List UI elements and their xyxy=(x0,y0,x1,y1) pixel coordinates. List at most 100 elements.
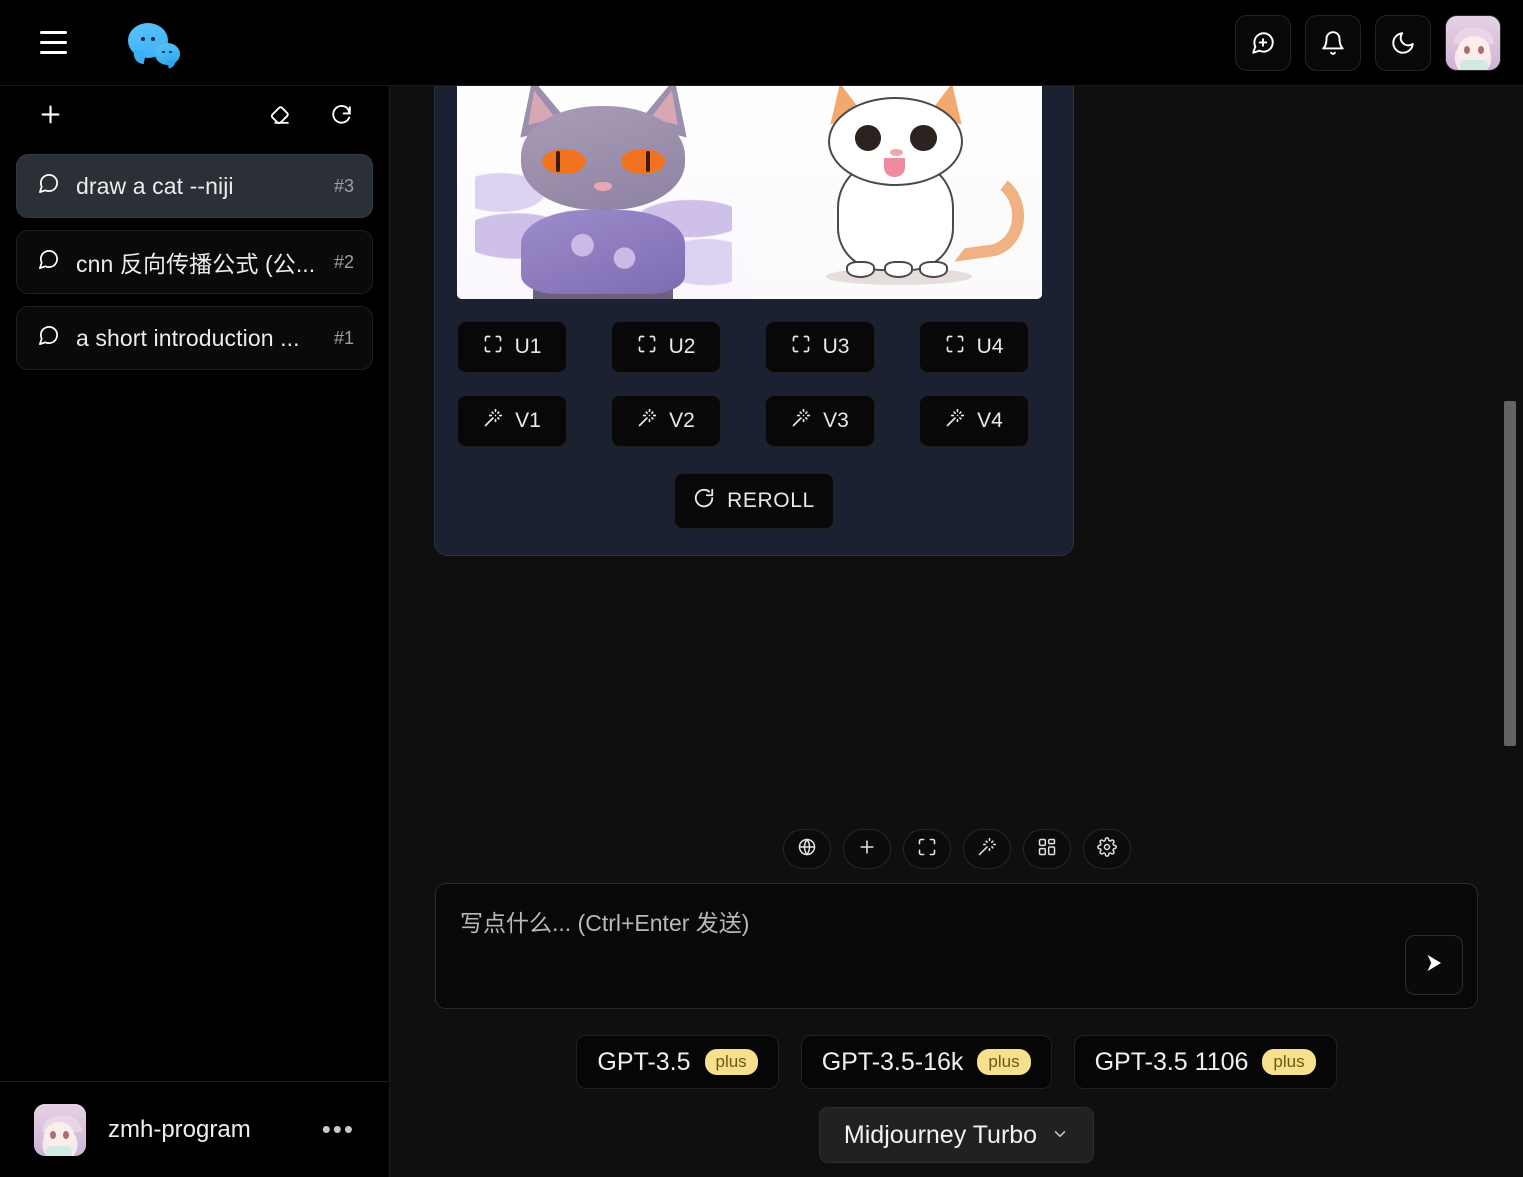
reroll-button-label: REROLL xyxy=(727,489,815,512)
user-avatar[interactable] xyxy=(34,1103,86,1156)
midjourney-cat-grid[interactable] xyxy=(457,86,1042,299)
grid-cell-4[interactable] xyxy=(749,86,1042,299)
variation-button-label: V2 xyxy=(669,409,695,432)
gear-icon xyxy=(1096,836,1117,862)
chevron-down-icon xyxy=(1051,1121,1069,1150)
composer-toolbar xyxy=(390,819,1523,883)
refresh-icon xyxy=(693,487,715,515)
conversation-list: draw a cat --niji #3 cnn 反向传播公式 (公... #2 xyxy=(0,148,389,370)
upscale-button-u3[interactable]: U3 xyxy=(765,321,875,373)
new-chat-button[interactable] xyxy=(1235,14,1291,71)
hamburger-icon[interactable] xyxy=(40,26,80,60)
variation-button-label: V3 xyxy=(823,409,849,432)
top-bar xyxy=(0,0,1523,86)
sidebar-item-short-introduction[interactable]: a short introduction ... #1 xyxy=(16,306,373,370)
user-more-button[interactable]: ••• xyxy=(314,1110,363,1149)
chat-icon xyxy=(37,172,60,200)
model-select-dropdown[interactable]: Midjourney Turbo xyxy=(818,1107,1095,1163)
variation-button-row: V1 V2 V3 V4 xyxy=(457,395,1051,447)
reroll-button[interactable]: REROLL xyxy=(674,473,834,529)
upscale-button-label: U2 xyxy=(668,335,696,358)
variation-button-v1[interactable]: V1 xyxy=(457,395,567,447)
upscale-button-label: U3 xyxy=(822,335,850,358)
sidebar-item-title: draw a cat --niji xyxy=(76,172,234,199)
variation-button-label: V1 xyxy=(515,409,541,432)
plus-badge: plus xyxy=(1262,1048,1316,1076)
model-chip-label: GPT-3.5 xyxy=(597,1047,691,1076)
assistant-message-bubble: U1 U2 U3 U4 V1 V2 V3 V4 REROLL xyxy=(434,86,1074,556)
eraser-icon xyxy=(267,102,292,132)
message-input-placeholder: 写点什么... (Ctrl+Enter 发送) xyxy=(460,910,750,936)
magic-wand-icon xyxy=(637,408,657,434)
upscale-button-u1[interactable]: U1 xyxy=(457,321,567,373)
notifications-button[interactable] xyxy=(1305,14,1361,71)
sidebar-item-count: #2 xyxy=(333,251,354,272)
sidebar-user-area[interactable]: zmh-program ••• xyxy=(0,1081,389,1177)
variation-button-label: V4 xyxy=(977,409,1003,432)
sidebar-item-title: a short introduction ... xyxy=(76,324,300,351)
clear-conversations-button[interactable] xyxy=(259,97,299,137)
scan-icon xyxy=(637,334,657,360)
app-root: draw a cat --niji #3 cnn 反向传播公式 (公... #2 xyxy=(0,0,1523,1177)
magic-wand-icon xyxy=(945,408,965,434)
theme-toggle-button[interactable] xyxy=(1375,14,1431,71)
new-conversation-button[interactable] xyxy=(30,97,70,137)
plus-badge: plus xyxy=(977,1048,1031,1076)
add-attachment-button[interactable] xyxy=(842,829,891,869)
scan-icon xyxy=(791,334,811,360)
web-search-button[interactable] xyxy=(782,829,831,869)
model-chip-row: GPT-3.5 plus GPT-3.5-16k plus GPT-3.5 11… xyxy=(390,1009,1523,1089)
chat-bubbles-logo xyxy=(128,19,186,67)
refresh-icon xyxy=(329,102,354,132)
fullscreen-button[interactable] xyxy=(902,829,951,869)
send-icon xyxy=(1421,950,1447,981)
magic-wand-icon xyxy=(483,408,503,434)
globe-icon xyxy=(797,837,817,862)
plus-icon xyxy=(37,101,64,133)
scan-icon xyxy=(945,334,965,360)
magic-button[interactable] xyxy=(962,829,1011,869)
composer: 写点什么... (Ctrl+Enter 发送) GPT-3.5 plus GPT… xyxy=(390,819,1523,1177)
grid-apps-icon xyxy=(1037,837,1057,862)
upscale-button-u4[interactable]: U4 xyxy=(919,321,1029,373)
body-row: draw a cat --niji #3 cnn 反向传播公式 (公... #2 xyxy=(0,86,1523,1177)
user-name: zmh-program xyxy=(108,1115,251,1143)
variation-button-v3[interactable]: V3 xyxy=(765,395,875,447)
apps-button[interactable] xyxy=(1022,829,1071,869)
sidebar-header xyxy=(0,86,389,148)
chat-icon xyxy=(37,324,60,352)
midjourney-actions: U1 U2 U3 U4 V1 V2 V3 V4 REROLL xyxy=(457,321,1051,533)
grid-cell-3[interactable] xyxy=(457,86,750,299)
plus-icon xyxy=(857,837,877,862)
upscale-button-label: U1 xyxy=(514,335,542,358)
magic-wand-icon xyxy=(791,408,811,434)
upscale-button-row: U1 U2 U3 U4 xyxy=(457,321,1051,373)
reroll-row: REROLL xyxy=(457,469,1051,533)
model-select-value: Midjourney Turbo xyxy=(843,1120,1038,1149)
chat-scrollbar[interactable] xyxy=(1504,86,1516,819)
upscale-button-u2[interactable]: U2 xyxy=(611,321,721,373)
moon-icon xyxy=(1390,30,1416,56)
model-select-row: Midjourney Turbo xyxy=(390,1089,1523,1163)
message-input[interactable]: 写点什么... (Ctrl+Enter 发送) xyxy=(435,883,1478,1009)
settings-button[interactable] xyxy=(1082,829,1131,869)
model-chip-gpt35-1106[interactable]: GPT-3.5 1106 plus xyxy=(1073,1035,1337,1089)
chat-icon xyxy=(37,248,60,276)
model-chip-gpt35-16k[interactable]: GPT-3.5-16k plus xyxy=(800,1035,1052,1089)
model-chip-label: GPT-3.5 1106 xyxy=(1094,1047,1249,1076)
chat-scroll-area[interactable]: U1 U2 U3 U4 V1 V2 V3 V4 REROLL xyxy=(390,86,1523,819)
scan-icon xyxy=(483,334,503,360)
variation-button-v2[interactable]: V2 xyxy=(611,395,721,447)
chat-scrollbar-thumb[interactable] xyxy=(1504,401,1516,746)
send-button[interactable] xyxy=(1405,935,1463,995)
variation-button-v4[interactable]: V4 xyxy=(919,395,1029,447)
model-chip-label: GPT-3.5-16k xyxy=(821,1047,964,1076)
model-chip-gpt35[interactable]: GPT-3.5 plus xyxy=(576,1035,779,1089)
scan-icon xyxy=(917,837,937,862)
sidebar-item-cnn-backprop[interactable]: cnn 反向传播公式 (公... #2 xyxy=(16,230,373,294)
refresh-conversations-button[interactable] xyxy=(321,97,361,137)
message-plus-icon xyxy=(1250,30,1276,56)
sidebar: draw a cat --niji #3 cnn 反向传播公式 (公... #2 xyxy=(0,86,390,1177)
sidebar-item-draw-a-cat[interactable]: draw a cat --niji #3 xyxy=(16,154,373,218)
profile-avatar[interactable] xyxy=(1445,14,1501,71)
